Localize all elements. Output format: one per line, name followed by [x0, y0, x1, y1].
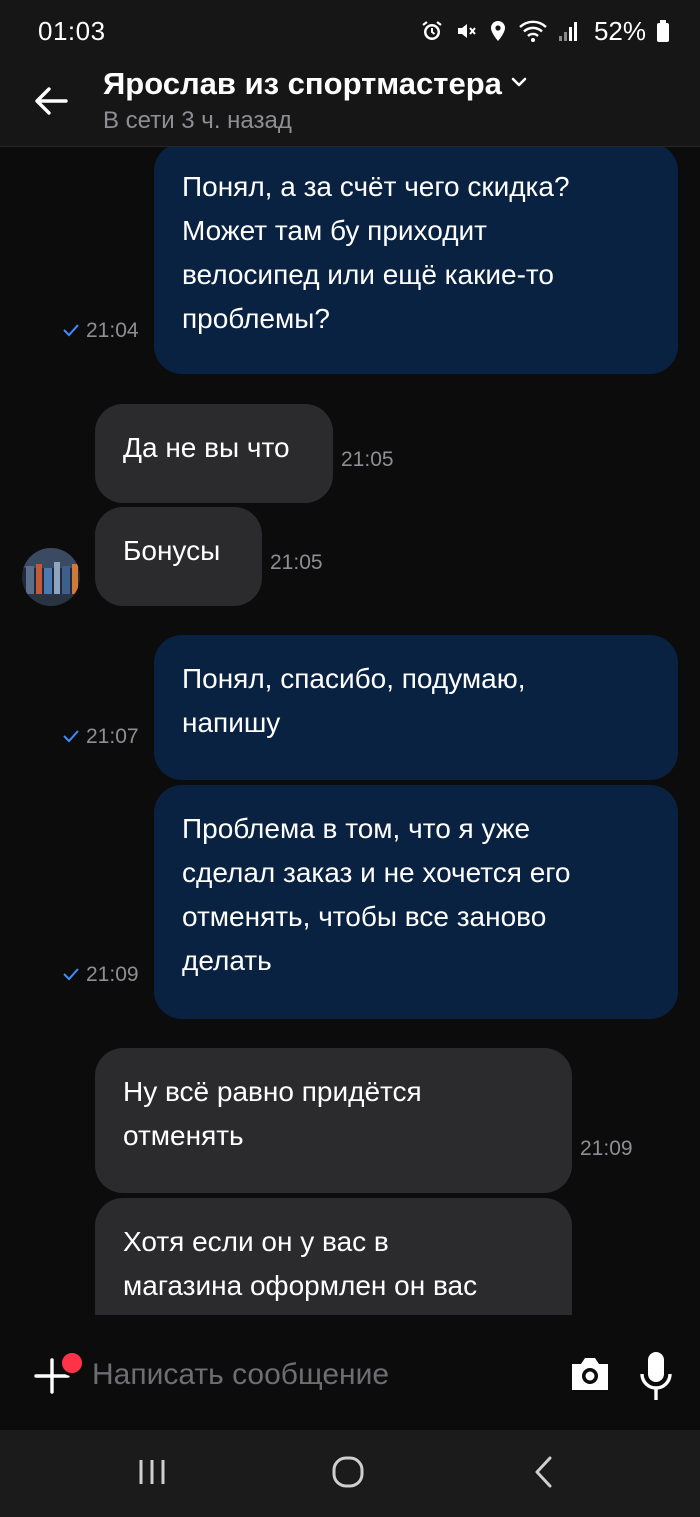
- message-time: 21:07: [86, 725, 139, 748]
- signal-icon: [558, 19, 580, 43]
- incoming-message[interactable]: Да не вы что: [95, 404, 333, 503]
- battery-icon: [656, 19, 670, 43]
- back-arrow-icon: [34, 86, 68, 121]
- message-text: Понял, а за счёт чего скидка? Может там …: [182, 171, 570, 334]
- message-meta: 21:09: [580, 1137, 633, 1161]
- status-bar: 01:03 52%: [0, 0, 700, 60]
- message-text: Проблема в том, что я уже сделал заказ и…: [182, 813, 571, 976]
- home-button[interactable]: [318, 1450, 378, 1498]
- chat-online-status: В сети 3 ч. назад: [103, 107, 292, 134]
- message-time: 21:05: [341, 448, 394, 471]
- message-meta: 21:07: [62, 725, 139, 749]
- message-text: Да не вы что: [123, 432, 290, 463]
- recent-apps-icon: [137, 1457, 167, 1492]
- message-meta: 21:05: [270, 551, 323, 575]
- chat-header: Ярослав из спортмастера В сети 3 ч. наза…: [0, 60, 700, 147]
- read-check-icon: [62, 319, 80, 343]
- message-text: Хотя если он у вас в магазина оформлен о…: [123, 1226, 478, 1301]
- home-icon: [331, 1455, 365, 1494]
- system-nav-bar: [0, 1430, 700, 1517]
- message-meta: 21:05: [341, 448, 394, 472]
- microphone-icon: [638, 1352, 674, 1408]
- location-icon: [488, 19, 508, 43]
- chevron-down-icon: [510, 75, 528, 93]
- message-time: 21:09: [86, 963, 139, 986]
- chat-screen: 01:03 52% Ярослав из спортмастера В сети…: [0, 0, 700, 1517]
- status-time: 01:03: [38, 16, 106, 46]
- message-list[interactable]: Понял, а за счёт чего скидка? Может там …: [0, 147, 700, 1315]
- read-check-icon: [62, 963, 80, 987]
- message-input[interactable]: [90, 1350, 554, 1400]
- incoming-message[interactable]: Хотя если он у вас в магазина оформлен о…: [95, 1198, 572, 1315]
- back-icon: [533, 1455, 555, 1494]
- outgoing-message[interactable]: Понял, спасибо, подумаю, напишу: [154, 635, 678, 780]
- camera-icon: [568, 1358, 612, 1398]
- recent-apps-button[interactable]: [122, 1450, 182, 1498]
- message-text: Бонусы: [123, 535, 221, 566]
- chat-title-button[interactable]: Ярослав из спортмастера: [103, 66, 528, 102]
- message-text: Ну всё равно придётся отменять: [123, 1076, 422, 1151]
- camera-button[interactable]: [568, 1354, 612, 1398]
- wifi-icon: [518, 19, 548, 43]
- notification-dot: [59, 1350, 85, 1376]
- system-back-button[interactable]: [514, 1450, 574, 1498]
- message-time: 21:04: [86, 319, 139, 342]
- message-composer: [0, 1316, 700, 1430]
- chat-title: Ярослав из спортмастера: [103, 66, 502, 101]
- message-time: 21:09: [580, 1137, 633, 1160]
- battery-percent: 52%: [593, 15, 646, 46]
- status-icons: 52%: [420, 16, 670, 46]
- read-check-icon: [62, 725, 80, 749]
- alarm-icon: [420, 19, 444, 43]
- message-meta: 21:04: [62, 319, 139, 343]
- message-meta: 21:09: [62, 963, 139, 987]
- outgoing-message[interactable]: Проблема в том, что я уже сделал заказ и…: [154, 785, 678, 1019]
- microphone-button[interactable]: [638, 1350, 674, 1404]
- incoming-message[interactable]: Бонусы: [95, 507, 262, 606]
- plus-icon: [30, 1358, 74, 1402]
- outgoing-message[interactable]: Понял, а за счёт чего скидка? Может там …: [154, 147, 678, 374]
- mute-icon: [454, 19, 478, 43]
- message-text: Понял, спасибо, подумаю, напишу: [182, 663, 526, 738]
- contact-avatar[interactable]: [22, 548, 80, 606]
- back-button[interactable]: [28, 80, 74, 126]
- message-time: 21:05: [270, 551, 323, 574]
- incoming-message[interactable]: Ну всё равно придётся отменять: [95, 1048, 572, 1193]
